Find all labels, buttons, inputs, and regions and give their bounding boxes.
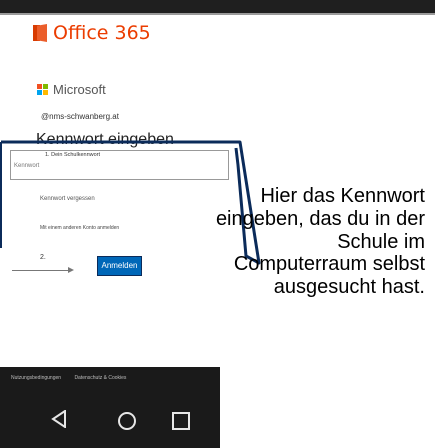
password-placeholder: Kennwort [14, 163, 40, 169]
privacy-link[interactable]: Datenschutz & Cookies [74, 375, 126, 381]
back-icon[interactable] [51, 410, 67, 428]
android-nav-bar: Nutzungsbedingungen Datenschutz & Cookie… [0, 367, 220, 448]
account-email: @nms-schwanberg.at [41, 112, 119, 121]
office-brand-text: Office 365 [53, 22, 151, 44]
page-title: Kennwort eingeben [36, 131, 174, 148]
step-2-label: 2. [40, 254, 46, 261]
forgot-password-link[interactable]: Kennwort vergessen [40, 196, 95, 202]
step-arrow-icon [68, 267, 74, 273]
home-icon[interactable] [118, 412, 136, 430]
microsoft-logo-icon [37, 84, 48, 95]
password-hint-label: 1. Dein Schulkennwort [43, 152, 103, 158]
microsoft-text: Microsoft [53, 82, 106, 97]
step-arrow-line [12, 270, 68, 271]
terms-link[interactable]: Nutzungsbedingungen [11, 375, 61, 381]
other-account-link[interactable]: Mit einem anderen Konto anmelden [40, 225, 119, 231]
office-logo-icon [33, 24, 47, 42]
top-status-bar [0, 0, 435, 15]
instruction-text: Hier das Kennwort eingeben, das du in de… [215, 185, 425, 299]
office-365-header: Office 365 [33, 22, 151, 44]
signin-button[interactable]: Anmelden [97, 256, 142, 276]
footer-links: Nutzungsbedingungen Datenschutz & Cookie… [11, 375, 138, 381]
recents-icon[interactable] [172, 412, 190, 430]
microsoft-brand: Microsoft [37, 82, 106, 97]
